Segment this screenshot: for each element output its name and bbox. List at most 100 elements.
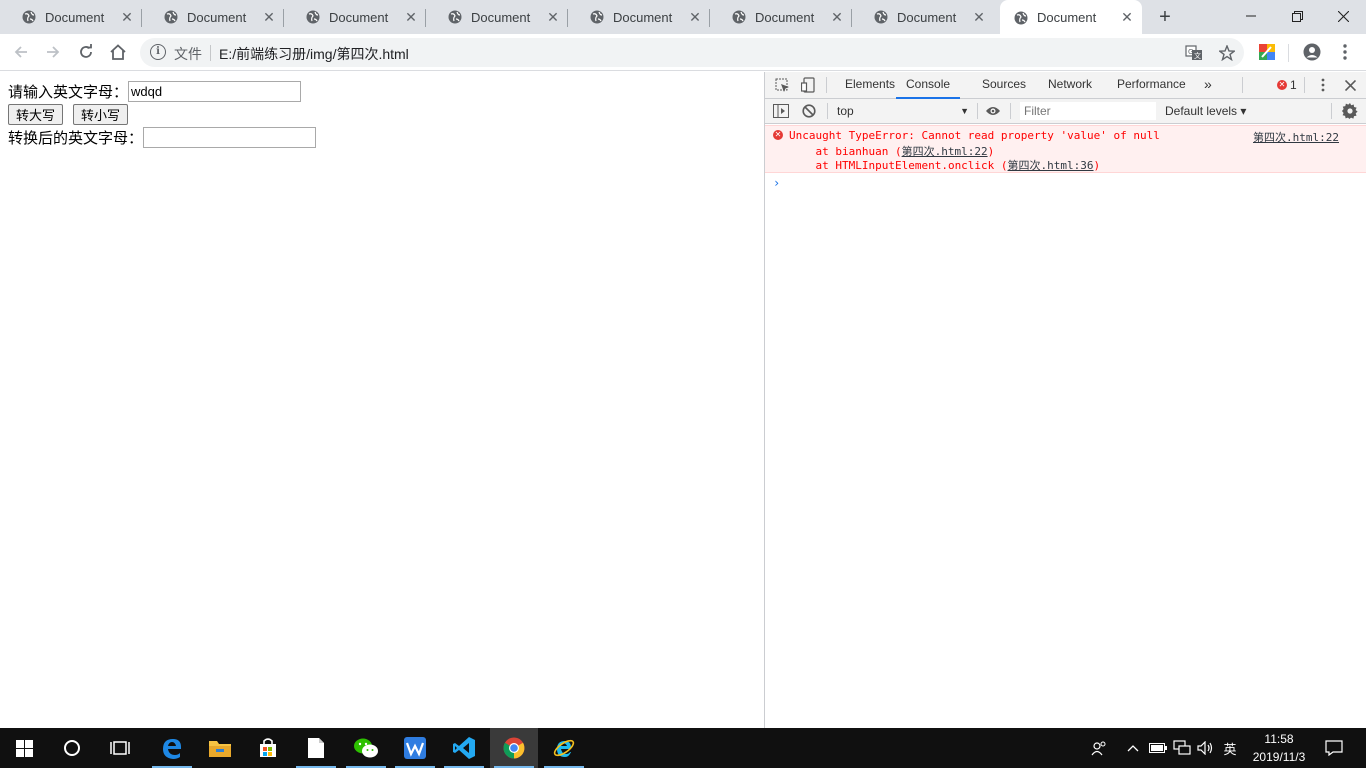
eye-icon[interactable] <box>984 102 1002 120</box>
browser-tab[interactable]: Document ✕ <box>852 0 994 34</box>
console-prompt[interactable]: › <box>773 176 780 190</box>
taskbar-app-vscode[interactable] <box>440 728 488 768</box>
console-error-message: ✕ Uncaught TypeError: Cannot read proper… <box>765 125 1366 173</box>
profile-button[interactable] <box>1299 39 1325 65</box>
browser-tab[interactable]: Document ✕ <box>142 0 284 34</box>
stack-frame-text: ) <box>1093 159 1101 172</box>
wechat-icon <box>354 738 378 758</box>
svg-text:文: 文 <box>1194 51 1201 60</box>
extension-icon[interactable] <box>1254 39 1280 65</box>
close-icon[interactable]: ✕ <box>260 8 278 26</box>
taskbar-app-ie[interactable] <box>540 728 588 768</box>
dropdown-arrow-icon: ▼ <box>960 106 969 116</box>
close-icon[interactable]: ✕ <box>118 8 136 26</box>
network-icon[interactable] <box>1171 728 1193 768</box>
notification-icon <box>1325 740 1343 756</box>
kebab-icon <box>1321 78 1325 92</box>
taskbar-app-explorer[interactable] <box>196 728 244 768</box>
browser-tab[interactable]: Document ✕ <box>426 0 568 34</box>
browser-tab[interactable]: Document ✕ <box>710 0 852 34</box>
ime-indicator[interactable]: 英 <box>1219 728 1241 768</box>
stack-frame-link[interactable]: 第四次.html:36 <box>1008 159 1094 172</box>
error-counter[interactable]: ✕ 1 <box>1277 78 1297 92</box>
page-viewport: 请输入英文字母： 转大写 转小写 转换后的英文字母： <box>0 72 764 728</box>
internet-explorer-icon <box>553 739 575 757</box>
restore-button[interactable] <box>1274 0 1320 32</box>
devtools-divider <box>826 77 827 93</box>
url-text[interactable]: E:/前端练习册/img/第四次.html <box>219 44 409 64</box>
tab-performance[interactable]: Performance <box>1117 72 1186 99</box>
browser-tab-active[interactable]: Document ✕ <box>1000 0 1142 35</box>
tab-sources[interactable]: Sources <box>982 72 1026 99</box>
people-icon[interactable] <box>1088 728 1110 768</box>
sidebar-toggle-icon[interactable] <box>772 102 790 120</box>
browser-tab[interactable]: Document ✕ <box>0 0 142 34</box>
account-icon <box>1303 43 1321 61</box>
result-input[interactable] <box>143 127 317 148</box>
reload-button[interactable] <box>73 39 99 65</box>
globe-icon <box>590 10 604 24</box>
chevron-up-icon[interactable] <box>1124 728 1142 768</box>
tab-elements[interactable]: Elements <box>845 72 895 99</box>
address-divider <box>210 45 211 61</box>
start-button[interactable] <box>0 728 48 768</box>
taskbar-app-store[interactable] <box>244 728 292 768</box>
security-chip[interactable]: 文件 <box>174 44 202 64</box>
address-bar[interactable]: i 文件 E:/前端练习册/img/第四次.html G文 <box>140 38 1244 67</box>
input-row: 请输入英文字母： <box>8 81 302 102</box>
menu-button[interactable] <box>1332 39 1358 65</box>
taskbar-app-edge[interactable] <box>148 728 196 768</box>
letters-input[interactable] <box>128 81 302 102</box>
device-toggle-icon[interactable] <box>799 76 817 94</box>
notification-center-button[interactable] <box>1318 728 1350 768</box>
home-button[interactable] <box>105 39 131 65</box>
close-window-button[interactable] <box>1320 0 1366 32</box>
forward-button[interactable] <box>40 39 66 65</box>
browser-tab[interactable]: Document ✕ <box>568 0 710 34</box>
close-devtools-button[interactable] <box>1341 76 1359 94</box>
to-upper-button[interactable]: 转大写 <box>8 104 64 125</box>
to-lower-button[interactable]: 转小写 <box>73 104 129 125</box>
taskbar-app-wechat[interactable] <box>342 728 390 768</box>
close-icon <box>1337 10 1349 22</box>
tab-network[interactable]: Network <box>1048 72 1092 99</box>
console-filter-input[interactable] <box>1019 101 1157 121</box>
close-icon[interactable]: ✕ <box>828 8 846 26</box>
settings-gear-icon[interactable] <box>1341 102 1359 120</box>
taskbar-app-chrome[interactable] <box>490 728 538 768</box>
clear-console-icon[interactable] <box>800 102 818 120</box>
home-icon <box>110 44 126 60</box>
close-icon[interactable]: ✕ <box>544 8 562 26</box>
inspect-icon[interactable] <box>773 76 791 94</box>
more-tabs-button[interactable]: » <box>1204 72 1212 99</box>
devtools-menu-button[interactable] <box>1314 76 1332 94</box>
task-view-icon <box>110 741 130 755</box>
new-tab-button[interactable]: + <box>1153 6 1177 28</box>
close-icon[interactable]: ✕ <box>402 8 420 26</box>
taskbar-app-wps[interactable] <box>391 728 439 768</box>
taskbar-app-document[interactable] <box>292 728 340 768</box>
context-selector[interactable]: top ▼ <box>837 101 969 121</box>
log-levels-dropdown[interactable]: Default levels ▾ <box>1165 101 1246 121</box>
clock-date: 2019/11/3 <box>1252 750 1306 764</box>
clock-time: 11:58 <box>1264 732 1294 746</box>
reload-icon <box>80 44 92 58</box>
volume-icon[interactable] <box>1195 728 1217 768</box>
search-button[interactable] <box>48 728 96 768</box>
tab-console[interactable]: Console <box>896 72 961 99</box>
system-clock[interactable]: 11:58 2019/11/3 <box>1244 730 1314 766</box>
star-icon[interactable] <box>1216 42 1238 64</box>
browser-tab[interactable]: Document ✕ <box>284 0 426 34</box>
close-icon[interactable]: ✕ <box>970 8 988 26</box>
info-icon[interactable]: i <box>150 44 166 60</box>
battery-icon[interactable] <box>1147 728 1169 768</box>
close-icon[interactable]: ✕ <box>686 8 704 26</box>
stack-frame: at HTMLInputElement.onclick (第四次.html:36… <box>789 157 1100 173</box>
task-view-button[interactable] <box>96 728 144 768</box>
close-icon[interactable]: ✕ <box>1118 9 1136 27</box>
error-source-link[interactable]: 第四次.html:22 <box>1253 129 1339 145</box>
back-button[interactable] <box>8 39 34 65</box>
button-row: 转大写 转小写 <box>8 104 138 125</box>
minimize-button[interactable] <box>1228 0 1274 32</box>
translate-icon[interactable]: G文 <box>1183 42 1205 64</box>
